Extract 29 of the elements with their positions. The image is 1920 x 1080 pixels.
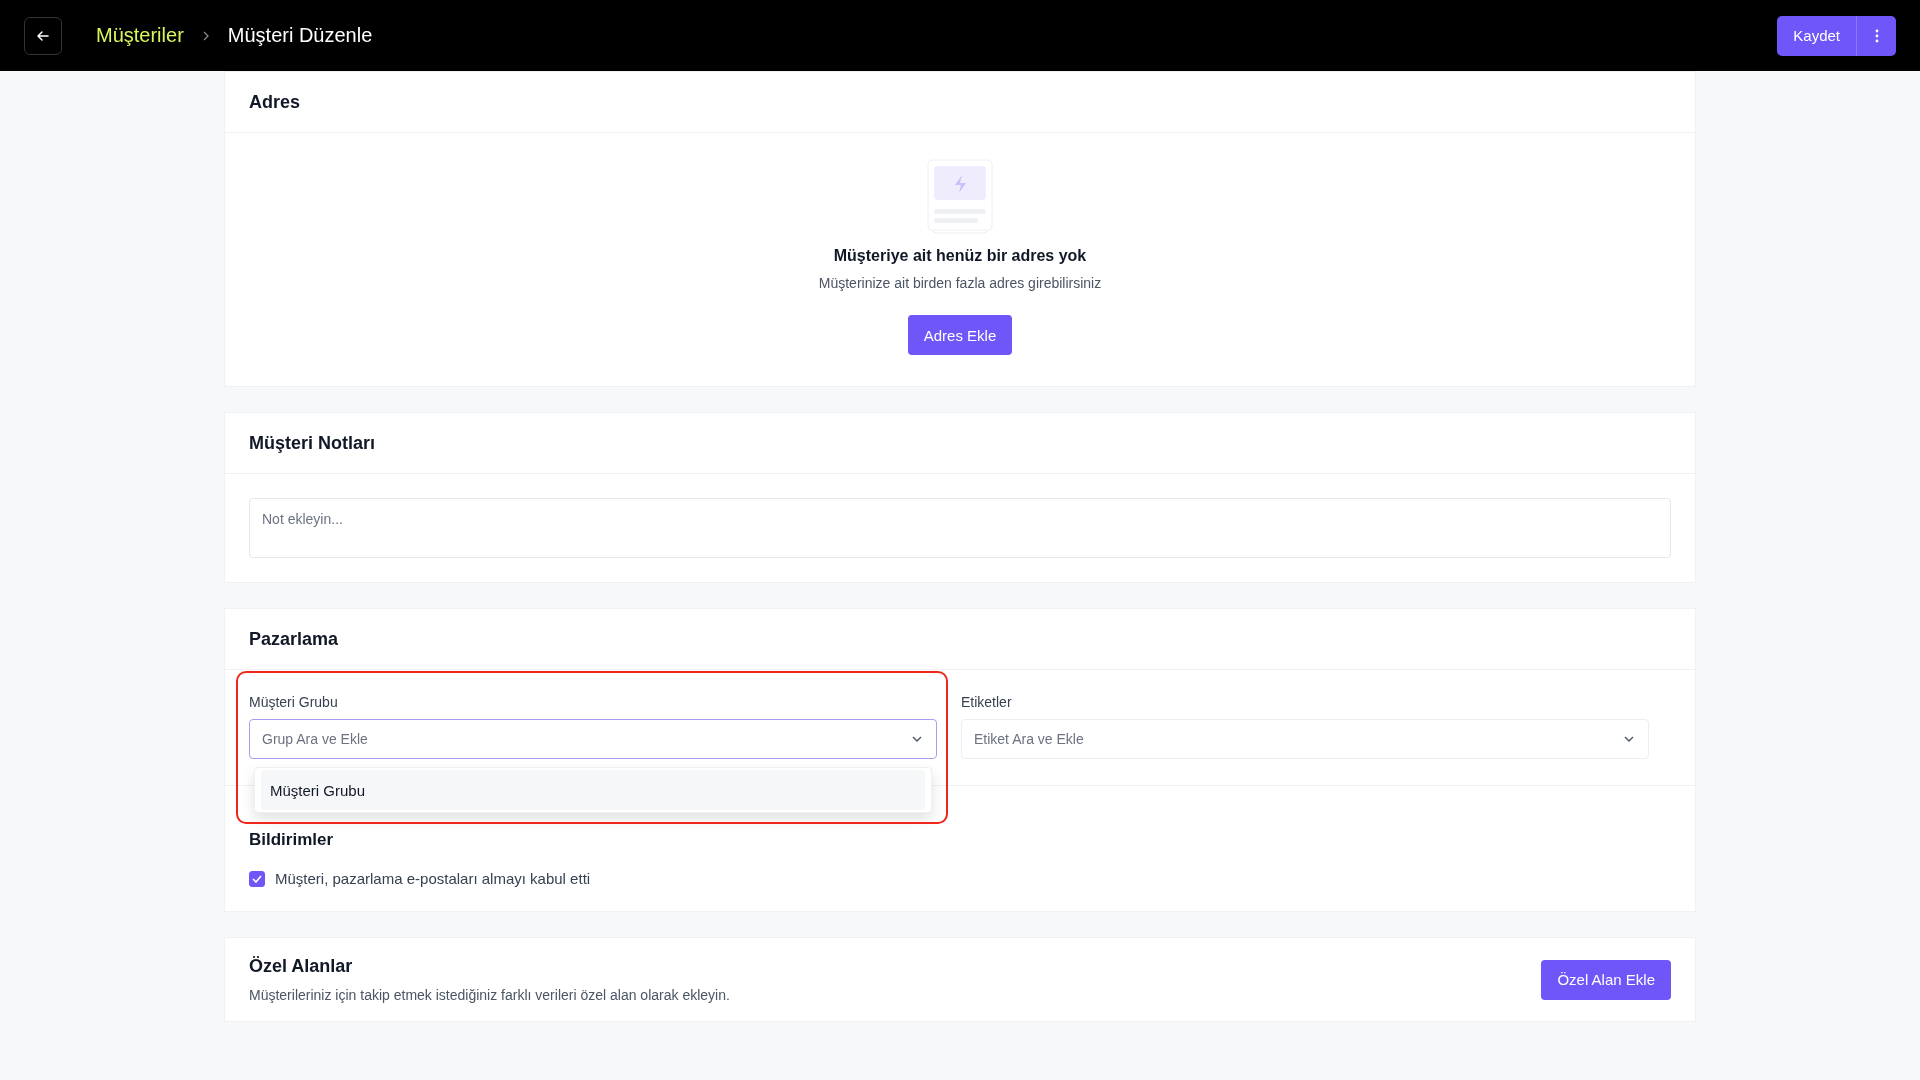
section-title: Bildirimler <box>249 830 335 850</box>
chevron-right-icon <box>201 30 210 41</box>
back-button[interactable] <box>24 16 62 55</box>
select-field[interactable]: Grup Ara ve Ekle <box>249 719 937 759</box>
more-vertical-icon <box>1874 28 1879 43</box>
add-custom-field-button[interactable]: Özel Alan Ekle <box>1541 959 1671 1000</box>
checkbox-label: Müşteri, pazarlama e-postaları almayı kabul etti <box>275 870 591 887</box>
back-arrow-icon <box>36 28 50 43</box>
field-label: Etiketler <box>961 694 1013 710</box>
save-button[interactable]: Kaydet <box>1777 15 1856 56</box>
section-title: Pazarlama <box>249 628 339 650</box>
add-address-button[interactable]: Adres Ekle <box>907 315 1013 355</box>
dropdown-option[interactable]: Müşteri Grubu <box>261 770 925 810</box>
section-description: Müşterileriniz için takip etmek istediğiniz farklı verileri özel alan olarak ekleyin. <box>249 987 730 1003</box>
section-title: Adres <box>249 91 301 113</box>
empty-state-text: Müşterinize ait birden fazla adres girebilirsiniz <box>818 275 1102 291</box>
chevron-down-icon[interactable] <box>1623 735 1635 743</box>
section-title: Özel Alanlar <box>249 956 354 977</box>
checkbox[interactable] <box>249 870 265 887</box>
empty-state-title: Müşteriye ait henüz bir adres yok <box>833 247 1087 265</box>
field-label: Müşteri Grubu <box>249 694 339 710</box>
section-title: Müşteri Notları <box>249 432 376 454</box>
page-title: Müşteri Düzenle <box>227 24 373 47</box>
check-icon <box>252 874 262 883</box>
empty-document-icon <box>927 159 993 235</box>
breadcrumb-link[interactable]: Müşteriler <box>96 24 184 47</box>
chevron-down-icon[interactable] <box>911 735 923 743</box>
more-button[interactable] <box>1856 15 1896 56</box>
notes-field[interactable]: Not ekleyin... <box>249 498 1671 558</box>
